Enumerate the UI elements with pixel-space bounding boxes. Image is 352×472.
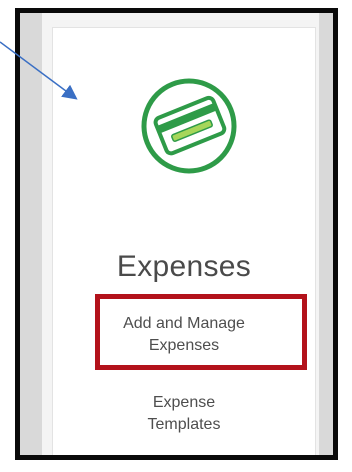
link-line-2: Expenses bbox=[148, 337, 220, 354]
right-gutter bbox=[319, 13, 333, 455]
expense-templates-link[interactable]: Expense Templates bbox=[53, 392, 315, 436]
expenses-card[interactable]: Expenses Add and Manage Expenses Expense… bbox=[52, 27, 316, 455]
page: Expenses Add and Manage Expenses Expense… bbox=[0, 0, 352, 472]
left-gutter bbox=[20, 13, 42, 455]
link-line-1: Add and Manage bbox=[123, 315, 245, 332]
screenshot-frame: Expenses Add and Manage Expenses Expense… bbox=[15, 8, 338, 460]
add-and-manage-expenses-link[interactable]: Add and Manage Expenses bbox=[53, 313, 315, 357]
credit-card-icon bbox=[141, 78, 237, 174]
link-line-1: Expense bbox=[152, 394, 216, 411]
card-title: Expenses bbox=[116, 250, 252, 283]
link-line-2: Templates bbox=[147, 416, 221, 433]
